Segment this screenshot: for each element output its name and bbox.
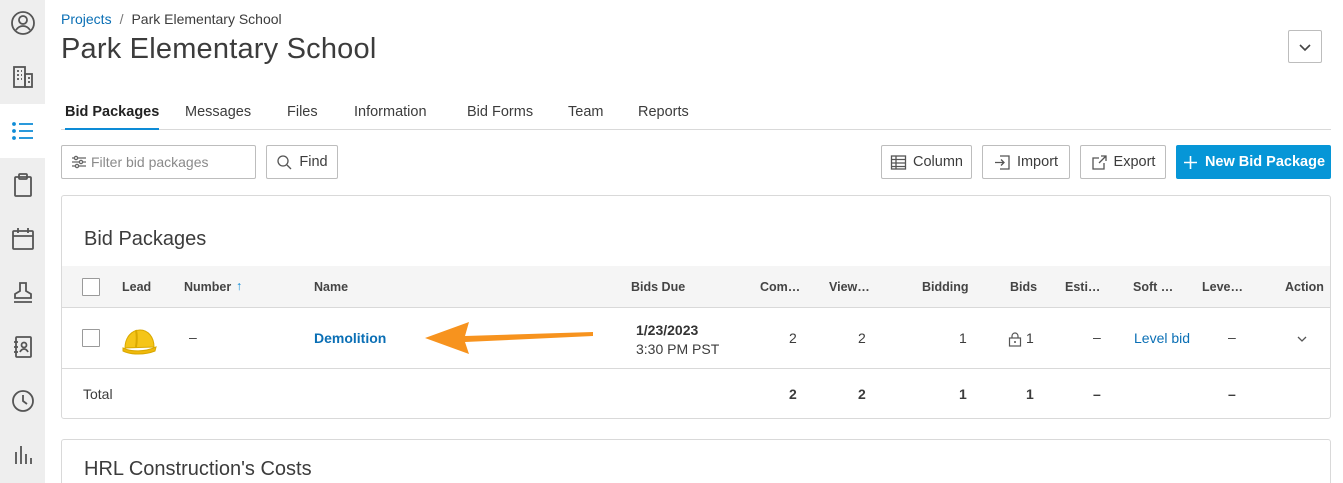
tab-bar: Bid Packages Messages Files Information … bbox=[61, 99, 1331, 130]
tab-reports[interactable]: Reports bbox=[638, 104, 689, 130]
row-bids: 1 bbox=[1026, 330, 1034, 346]
row-name-link[interactable]: Demolition bbox=[314, 330, 386, 346]
breadcrumb: Projects / Park Elementary School bbox=[61, 11, 282, 27]
total-bids: 1 bbox=[1026, 386, 1034, 402]
tab-files[interactable]: Files bbox=[287, 104, 318, 130]
column-header-committed[interactable]: Com… bbox=[760, 280, 800, 294]
tab-messages[interactable]: Messages bbox=[185, 104, 251, 130]
total-bidding: 1 bbox=[959, 386, 967, 402]
tab-information[interactable]: Information bbox=[354, 104, 427, 130]
table-columns-icon bbox=[890, 154, 907, 170]
tab-bid-forms[interactable]: Bid Forms bbox=[467, 104, 533, 130]
sidebar-item-bid-board[interactable] bbox=[0, 104, 45, 158]
bid-packages-panel: Bid Packages Lead Number ↑ Name Bids Due… bbox=[61, 195, 1331, 419]
new-bid-package-label: New Bid Package bbox=[1204, 154, 1326, 170]
total-committed: 2 bbox=[789, 386, 797, 402]
row-committed: 2 bbox=[789, 330, 797, 346]
sidebar-item-history[interactable] bbox=[0, 374, 45, 428]
column-label: Column bbox=[913, 154, 963, 170]
breadcrumb-current: Park Elementary School bbox=[131, 11, 282, 27]
import-label: Import bbox=[1016, 154, 1059, 170]
column-header-soft[interactable]: Soft … bbox=[1133, 280, 1173, 294]
user-icon bbox=[10, 11, 35, 35]
column-header-viewed[interactable]: View… bbox=[829, 280, 870, 294]
total-estimate: – bbox=[1093, 386, 1101, 402]
row-bidding: 1 bbox=[959, 330, 967, 346]
find-label: Find bbox=[299, 154, 328, 170]
filter-input[interactable]: Filter bid packages bbox=[61, 145, 256, 179]
total-viewed: 2 bbox=[858, 386, 866, 402]
import-icon bbox=[994, 154, 1010, 170]
sidebar-item-approvals[interactable] bbox=[0, 266, 45, 320]
project-menu-button[interactable] bbox=[1288, 30, 1322, 63]
hard-hat-icon bbox=[122, 329, 157, 355]
total-level: – bbox=[1228, 386, 1236, 402]
column-header-name[interactable]: Name bbox=[314, 280, 348, 294]
stamp-icon bbox=[13, 282, 32, 303]
plus-icon bbox=[1183, 155, 1197, 169]
sidebar-item-tasks[interactable] bbox=[0, 158, 45, 212]
total-row: Total 2 2 1 1 – – bbox=[62, 369, 1330, 419]
table-header: Lead Number ↑ Name Bids Due Com… View… B… bbox=[62, 266, 1330, 308]
search-icon bbox=[277, 154, 292, 169]
row-level-bid-link[interactable]: Level bid bbox=[1134, 330, 1190, 346]
tab-team[interactable]: Team bbox=[568, 104, 603, 130]
column-header-estimate[interactable]: Esti… bbox=[1065, 280, 1100, 294]
column-header-bidding[interactable]: Bidding bbox=[922, 280, 969, 294]
total-label: Total bbox=[83, 386, 113, 402]
column-header-number[interactable]: Number bbox=[184, 280, 231, 294]
clock-icon bbox=[11, 390, 34, 412]
filter-placeholder: Filter bid packages bbox=[91, 154, 209, 170]
row-checkbox[interactable] bbox=[82, 329, 100, 347]
row-due-time: 3:30 PM PST bbox=[636, 341, 720, 357]
row-level: – bbox=[1228, 329, 1236, 345]
sidebar-item-reports[interactable] bbox=[0, 428, 45, 482]
clipboard-icon bbox=[13, 173, 32, 197]
chevron-down-icon[interactable] bbox=[1296, 334, 1308, 344]
annotation-arrow bbox=[425, 322, 593, 354]
row-number: – bbox=[189, 329, 197, 345]
row-estimate: – bbox=[1093, 329, 1101, 345]
list-icon bbox=[11, 122, 33, 140]
row-viewed: 2 bbox=[858, 330, 866, 346]
lock-icon bbox=[1008, 332, 1022, 347]
tab-bid-packages[interactable]: Bid Packages bbox=[65, 104, 160, 130]
main-content: Projects / Park Elementary School Park E… bbox=[45, 0, 1343, 483]
calendar-icon bbox=[11, 228, 34, 250]
chevron-down-icon bbox=[1299, 43, 1311, 51]
column-header-bids[interactable]: Bids bbox=[1010, 280, 1037, 294]
bid-packages-title: Bid Packages bbox=[84, 228, 207, 250]
costs-panel: HRL Construction's Costs bbox=[61, 439, 1331, 483]
import-button[interactable]: Import bbox=[982, 145, 1070, 179]
row-due-date: 1/23/2023 bbox=[636, 322, 699, 338]
page-title: Park Elementary School bbox=[61, 33, 377, 65]
export-label: Export bbox=[1113, 154, 1156, 170]
filter-icon bbox=[72, 155, 86, 169]
sidebar bbox=[0, 0, 45, 483]
breadcrumb-projects-link[interactable]: Projects bbox=[61, 11, 112, 27]
find-button[interactable]: Find bbox=[266, 145, 338, 179]
costs-panel-title: HRL Construction's Costs bbox=[84, 458, 312, 480]
column-header-action: Action bbox=[1285, 280, 1324, 294]
sort-ascending-icon[interactable]: ↑ bbox=[236, 279, 242, 293]
column-header-lead[interactable]: Lead bbox=[122, 280, 151, 294]
table-row[interactable]: – Demolition 1/23/2023 3:30 PM PST 2 2 1… bbox=[62, 309, 1330, 369]
sidebar-item-companies[interactable] bbox=[0, 50, 45, 104]
column-header-level[interactable]: Leve… bbox=[1202, 280, 1243, 294]
contact-book-icon bbox=[13, 336, 32, 358]
new-bid-package-button[interactable]: New Bid Package bbox=[1176, 145, 1331, 179]
column-button[interactable]: Column bbox=[881, 145, 972, 179]
breadcrumb-separator: / bbox=[119, 11, 124, 27]
sidebar-item-directory[interactable] bbox=[0, 320, 45, 374]
app: Projects / Park Elementary School Park E… bbox=[0, 0, 1343, 483]
sidebar-item-calendar[interactable] bbox=[0, 212, 45, 266]
select-all-checkbox[interactable] bbox=[82, 278, 100, 296]
bar-chart-icon bbox=[14, 446, 32, 464]
export-button[interactable]: Export bbox=[1080, 145, 1166, 179]
building-icon bbox=[12, 66, 33, 88]
column-header-bids-due[interactable]: Bids Due bbox=[631, 280, 685, 294]
export-icon bbox=[1091, 154, 1107, 170]
sidebar-item-profile[interactable] bbox=[0, 0, 45, 50]
